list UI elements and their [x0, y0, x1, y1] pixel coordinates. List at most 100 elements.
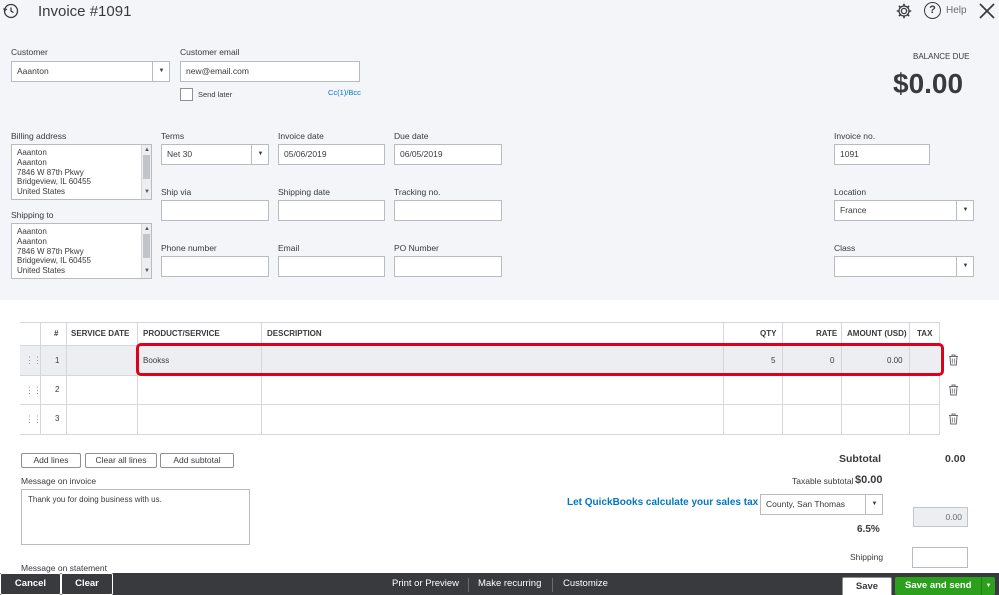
invoice-date-field[interactable]: 05/06/2019 [278, 144, 385, 165]
terms-select[interactable]: Net 30 ▼ [161, 144, 269, 165]
col-header-description: DESCRIPTION [267, 329, 322, 338]
due-date-field[interactable]: 06/05/2019 [394, 144, 502, 165]
invoice-no-field[interactable]: 1091 [834, 144, 930, 165]
billing-address-textarea[interactable]: Aaanton Aaanton 7846 W 87th Pkwy Bridgev… [11, 144, 152, 200]
shipping-date-label: Shipping date [278, 187, 330, 197]
po-number-field[interactable] [394, 256, 502, 277]
email-field[interactable] [278, 256, 385, 277]
po-number-label: PO Number [394, 243, 439, 253]
chevron-down-icon[interactable]: ▼ [251, 145, 268, 164]
shipping-line: United States [17, 266, 66, 276]
customize-button[interactable]: Customize [563, 573, 608, 595]
save-button[interactable]: Save [842, 577, 892, 595]
help-icon[interactable]: ? [924, 2, 941, 19]
tax-amount-value: 0.00 [945, 512, 962, 522]
shipping-label: Shipping [850, 552, 884, 562]
table-border [20, 404, 940, 405]
terms-value: Net 30 [167, 149, 193, 159]
table-border [841, 322, 842, 434]
message-on-invoice-value: Thank you for doing business with us. [28, 495, 162, 504]
col-header-rate: RATE [816, 329, 838, 338]
tracking-no-field[interactable] [394, 200, 502, 221]
invoice-no-label: Invoice no. [834, 131, 876, 141]
billing-line: Bridgeview, IL 60455 [17, 177, 91, 187]
billing-line: 7846 W 87th Pkwy [17, 167, 84, 177]
invoice-date-label: Invoice date [278, 131, 324, 141]
sales-tax-link[interactable]: Let QuickBooks calculate your sales tax [567, 497, 758, 508]
col-header-service-date: SERVICE DATE [71, 329, 130, 338]
shipping-to-label: Shipping to [11, 210, 54, 220]
print-preview-button[interactable]: Print or Preview [392, 573, 459, 595]
shipping-address-textarea[interactable]: Aaanton Aaanton 7846 W 87th Pkwy Bridgev… [11, 223, 152, 279]
cancel-button[interactable]: Cancel [0, 573, 61, 595]
delete-row-icon[interactable] [948, 413, 959, 425]
customer-select[interactable]: Aaanton ▼ [11, 61, 170, 82]
row-number: 1 [55, 356, 60, 365]
clear-all-lines-button[interactable]: Clear all lines [85, 453, 157, 468]
table-border [137, 322, 138, 434]
save-and-send-button[interactable]: Save and send ▼ [895, 577, 995, 595]
customer-email-value: new@email.com [186, 66, 249, 76]
customer-value: Aaanton [17, 66, 49, 76]
cc-bcc-link[interactable]: Cc(1)/Bcc [328, 88, 361, 97]
table-border [782, 322, 783, 434]
table-border [261, 322, 262, 434]
chevron-down-icon[interactable]: ▼ [956, 257, 973, 276]
shipping-amount-field[interactable] [912, 547, 968, 568]
class-select[interactable]: ▼ [834, 256, 974, 277]
make-recurring-button[interactable]: Make recurring [478, 573, 541, 595]
phone-number-field[interactable] [161, 256, 269, 277]
shipping-date-field[interactable] [278, 200, 385, 221]
subtotal-value: 0.00 [945, 453, 966, 465]
add-subtotal-button[interactable]: Add subtotal [160, 453, 234, 468]
page-title: Invoice #1091 [38, 3, 132, 20]
location-label: Location [834, 187, 867, 197]
footer-divider [468, 578, 469, 592]
col-header-tax: TAX [917, 329, 933, 338]
table-border [723, 322, 724, 434]
save-and-send-label: Save and send [905, 580, 972, 591]
billing-line: United States [17, 187, 66, 197]
customer-email-field[interactable]: new@email.com [180, 61, 360, 82]
drag-handle-icon[interactable]: ⋮⋮ [25, 385, 42, 396]
close-icon[interactable] [978, 2, 996, 20]
chevron-down-icon[interactable]: ▼ [152, 62, 169, 81]
ship-via-field[interactable] [161, 200, 269, 221]
table-border [909, 322, 910, 434]
tax-rate-select[interactable]: County, San Thomas ▼ [760, 494, 883, 515]
help-link[interactable]: Help [946, 5, 967, 16]
customer-label: Customer [11, 47, 48, 57]
tax-rate-select-value: County, San Thomas [766, 499, 846, 509]
col-header-amount: AMOUNT (USD) [847, 329, 907, 338]
taxable-subtotal-value: $0.00 [855, 474, 883, 486]
phone-number-label: Phone number [161, 243, 217, 253]
drag-handle-icon[interactable]: ⋮⋮ [25, 414, 42, 425]
send-later-checkbox[interactable] [180, 88, 193, 101]
highlight-annotation [136, 343, 944, 376]
location-select[interactable]: France ▼ [834, 200, 974, 221]
add-lines-button[interactable]: Add lines [21, 453, 81, 468]
shipping-line: 7846 W 87th Pkwy [17, 246, 84, 256]
message-on-invoice-textarea[interactable]: Thank you for doing business with us. [21, 489, 250, 545]
chevron-down-icon[interactable]: ▼ [956, 201, 973, 220]
chevron-down-icon[interactable]: ▼ [865, 495, 882, 514]
billing-scrollbar[interactable]: ▲ ▼ [141, 145, 151, 199]
clear-button[interactable]: Clear [61, 573, 113, 595]
ship-via-label: Ship via [161, 187, 192, 197]
settings-gear-icon[interactable] [895, 2, 913, 20]
drag-handle-icon[interactable]: ⋮⋮ [25, 355, 42, 366]
recent-transactions-icon[interactable] [2, 2, 20, 20]
class-label: Class [834, 243, 856, 253]
delete-row-icon[interactable] [948, 354, 959, 366]
table-border [66, 346, 67, 375]
location-value: France [840, 205, 867, 215]
terms-label: Terms [161, 131, 185, 141]
shipping-scrollbar[interactable]: ▲ ▼ [141, 224, 151, 278]
due-date-label: Due date [394, 131, 429, 141]
chevron-down-icon[interactable]: ▼ [981, 577, 995, 595]
taxable-subtotal-label: Taxable subtotal [792, 476, 854, 486]
col-header-num: # [54, 329, 59, 338]
shipping-line: Bridgeview, IL 60455 [17, 256, 91, 266]
table-border [20, 434, 940, 435]
delete-row-icon[interactable] [948, 384, 959, 396]
